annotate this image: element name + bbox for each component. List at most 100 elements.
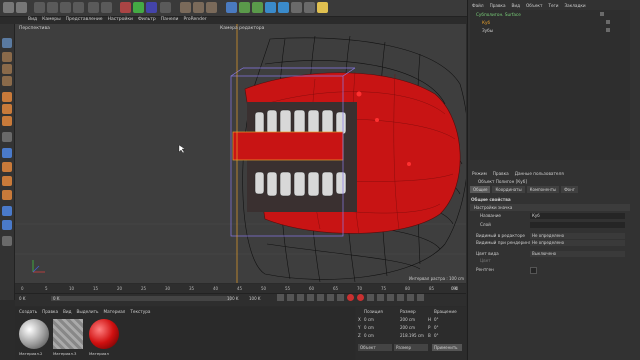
scale-icon[interactable] — [60, 2, 71, 13]
position-key-icon[interactable] — [377, 294, 384, 301]
render-view-icon[interactable] — [180, 2, 191, 13]
symmetry-icon[interactable] — [2, 190, 12, 200]
sculpt-icon[interactable] — [2, 236, 12, 246]
world-coords-icon[interactable] — [160, 2, 171, 13]
play-icon[interactable] — [307, 294, 314, 301]
polygons-mode-icon[interactable] — [2, 116, 12, 126]
size-mode-select[interactable]: Размер — [394, 344, 428, 351]
pos-z-field[interactable]: 0 cm — [364, 333, 374, 338]
size-z-field[interactable]: 218.195 cm — [400, 333, 424, 338]
coord-mode-select[interactable]: Объект — [358, 344, 392, 351]
pos-x-field[interactable]: 0 cm — [364, 317, 374, 322]
recent-tool-icon[interactable] — [101, 2, 112, 13]
material-swatch-red[interactable] — [89, 319, 119, 349]
visibility-dot-icon[interactable] — [606, 28, 610, 32]
render-settings-icon[interactable] — [206, 2, 217, 13]
menu-item[interactable]: ProRender — [183, 17, 206, 24]
subsection-bar[interactable]: Настройки значка — [470, 204, 630, 211]
move-icon[interactable] — [47, 2, 58, 13]
rot-h-field[interactable]: 0° — [434, 317, 439, 322]
lock-workplane-icon[interactable] — [2, 206, 12, 216]
tab-components[interactable]: Компоненты — [526, 186, 560, 193]
attr-menu-item[interactable]: Режим — [472, 171, 487, 176]
menu-item[interactable]: Вид — [28, 17, 37, 24]
z-axis-icon[interactable] — [146, 2, 157, 13]
menu-item[interactable]: Камеры — [42, 17, 61, 24]
spline-icon[interactable] — [239, 2, 250, 13]
om-menu-item[interactable]: Объект — [526, 3, 542, 8]
prev-key-icon[interactable] — [287, 294, 294, 301]
tab-general[interactable]: Общие — [470, 186, 491, 193]
om-menu-item[interactable]: Файл — [472, 3, 484, 8]
x-axis-icon[interactable] — [120, 2, 131, 13]
timeline-ruler[interactable]: 0 5 10 15 20 25 30 35 40 45 50 55 60 65 70 75 80 85 90 — [15, 284, 466, 294]
timeline[interactable]: 0 5 10 15 20 25 30 35 40 45 50 55 60 65 70 75 80 85 90 0 K… — [15, 284, 466, 306]
viewport[interactable]: Перспектива Камера редактора Интервал ра… — [15, 24, 466, 283]
next-frame-icon[interactable] — [317, 294, 324, 301]
apply-button[interactable]: Применить — [432, 344, 462, 351]
record-icon[interactable] — [347, 294, 354, 301]
recent-icon[interactable] — [88, 2, 99, 13]
undo-icon[interactable] — [3, 2, 14, 13]
material-swatch-checker[interactable] — [53, 319, 83, 349]
rot-p-field[interactable]: 0° — [434, 325, 439, 330]
points-mode-icon[interactable] — [2, 92, 12, 102]
axis-mode-icon[interactable] — [2, 132, 12, 142]
cube-icon[interactable] — [226, 2, 237, 13]
model-mode-icon[interactable] — [2, 52, 12, 62]
om-menu-item[interactable]: Правка — [490, 3, 506, 8]
mat-menu-item[interactable]: Материал — [104, 309, 126, 314]
soft-selection-icon[interactable] — [2, 176, 12, 186]
name-field[interactable]: Куб — [530, 213, 625, 219]
environment-icon[interactable] — [291, 2, 302, 13]
autokey-icon[interactable] — [357, 294, 364, 301]
om-menu-item[interactable]: Теги — [548, 3, 558, 8]
frame-end[interactable]: 100 K — [227, 296, 239, 301]
select-icon[interactable] — [34, 2, 45, 13]
make-editable-icon[interactable] — [2, 38, 12, 48]
size-y-field[interactable]: 200 cm — [400, 325, 415, 330]
keyframe-selection-icon[interactable] — [367, 294, 374, 301]
prev-frame-icon[interactable] — [297, 294, 304, 301]
param-key-icon[interactable] — [407, 294, 414, 301]
y-axis-icon[interactable] — [133, 2, 144, 13]
workplane-icon[interactable] — [2, 76, 12, 86]
attr-menu-item[interactable]: Данные пользователя — [515, 171, 564, 176]
menu-item[interactable]: Панели — [161, 17, 179, 24]
menu-item[interactable]: Представление — [66, 17, 103, 24]
object-item-selected[interactable]: Куб — [482, 20, 490, 25]
rotate-icon[interactable] — [73, 2, 84, 13]
menu-item[interactable]: Настройки — [108, 17, 133, 24]
om-menu-item[interactable]: Закладки — [564, 3, 585, 8]
frame-max[interactable]: 100 K — [249, 296, 261, 301]
visibility-dot-icon[interactable] — [606, 20, 610, 24]
xray-checkbox[interactable] — [530, 267, 537, 274]
display-color-select[interactable]: Выключено — [530, 251, 625, 257]
pos-y-field[interactable]: 0 cm — [364, 325, 374, 330]
go-start-icon[interactable] — [277, 294, 284, 301]
object-item[interactable]: Зубы — [482, 28, 493, 33]
tab-phong[interactable]: Фонг — [561, 186, 578, 193]
rot-b-field[interactable]: 0° — [434, 333, 439, 338]
array-icon[interactable] — [265, 2, 276, 13]
layer-field[interactable] — [530, 222, 625, 228]
menu-item[interactable]: Фильтр — [138, 17, 156, 24]
visibility-dot-icon[interactable] — [600, 12, 604, 16]
render-picture-icon[interactable] — [193, 2, 204, 13]
nurbs-icon[interactable] — [252, 2, 263, 13]
render-visibility-select[interactable]: Не определено — [530, 240, 625, 246]
mat-menu-item[interactable]: Текстура — [130, 309, 150, 314]
texture-mode-icon[interactable] — [2, 64, 12, 74]
redo-icon[interactable] — [16, 2, 27, 13]
size-x-field[interactable]: 200 cm — [400, 317, 415, 322]
pla-key-icon[interactable] — [417, 294, 424, 301]
next-key-icon[interactable] — [327, 294, 334, 301]
mat-menu-item[interactable]: Вид — [63, 309, 72, 314]
mat-menu-item[interactable]: Создать — [19, 309, 37, 314]
om-menu-item[interactable]: Вид — [512, 3, 521, 8]
grid-icon[interactable] — [2, 220, 12, 230]
editor-visibility-select[interactable]: Не определено — [530, 233, 625, 239]
camera-icon[interactable] — [304, 2, 315, 13]
snap-icon[interactable] — [2, 148, 12, 158]
frame-start[interactable]: 0 K — [19, 296, 25, 301]
